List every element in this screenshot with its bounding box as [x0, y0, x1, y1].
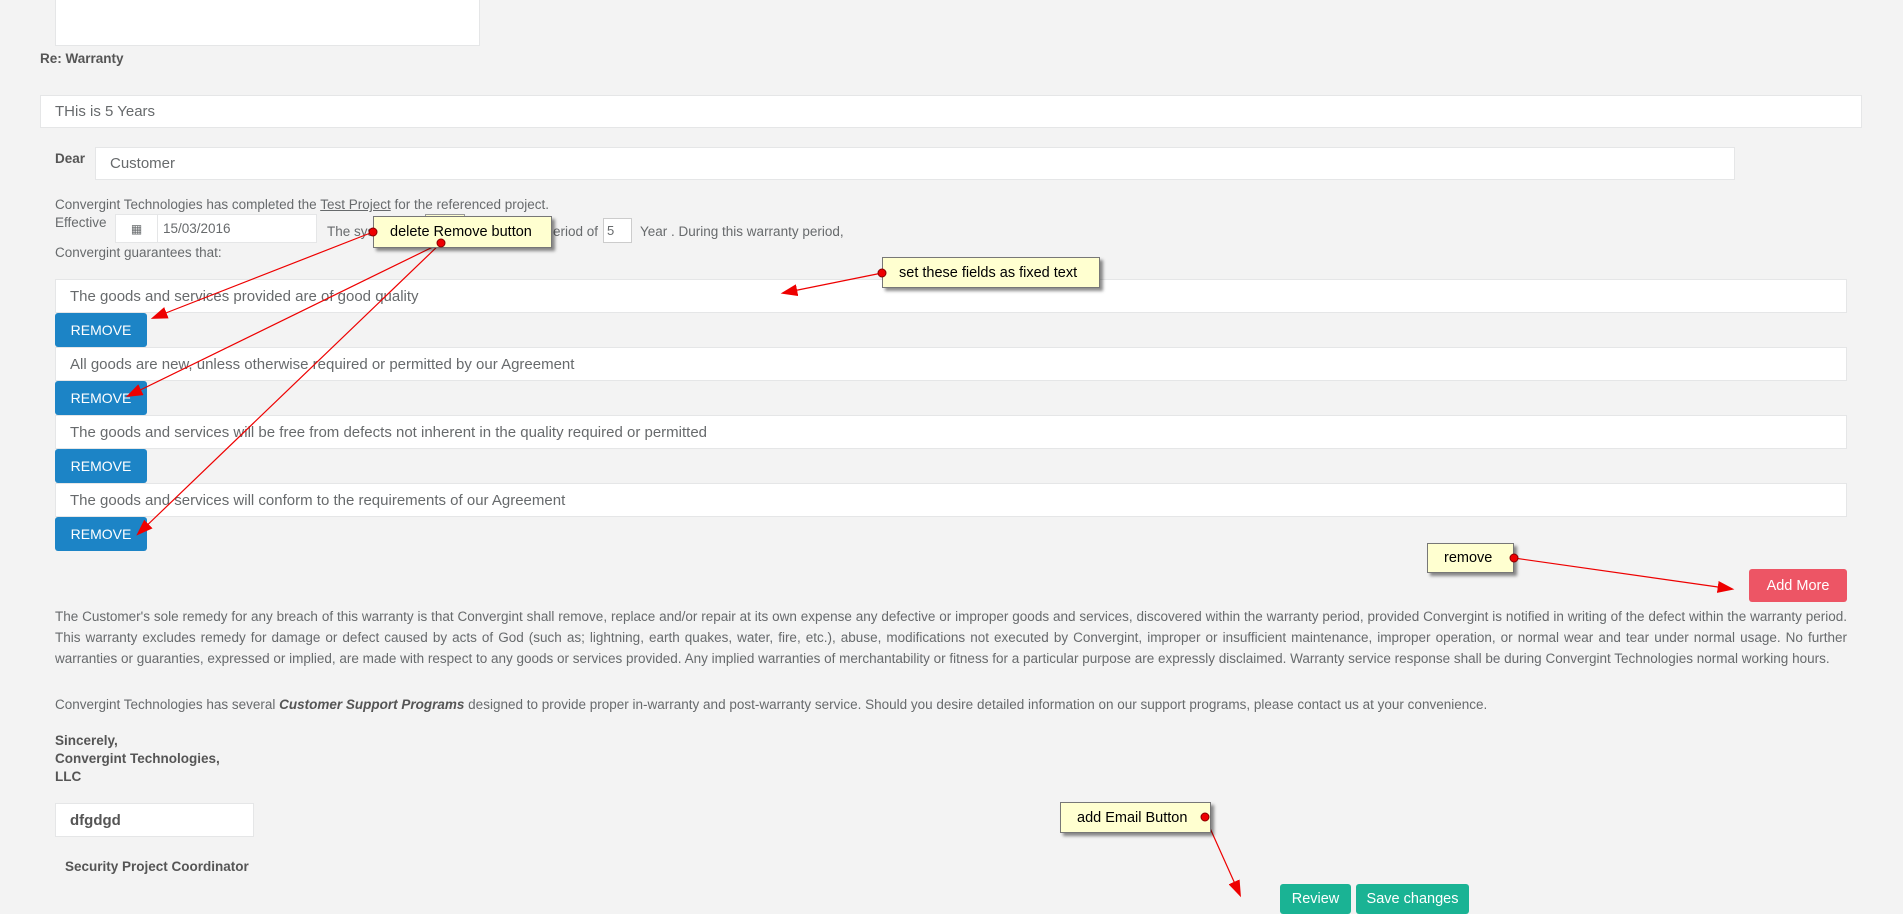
arrow — [150, 231, 374, 319]
arrow — [136, 242, 442, 536]
annotation-delete-remove: delete Remove button — [373, 216, 552, 248]
annotation-add-email: add Email Button — [1060, 802, 1211, 833]
arrow — [1513, 557, 1735, 593]
annotation-fixed-text: set these fields as fixed text — [882, 257, 1100, 288]
arrow — [125, 242, 442, 398]
annotation-arrows — [125, 231, 1735, 898]
annotation-remove: remove — [1427, 543, 1514, 573]
arrow — [780, 272, 883, 297]
